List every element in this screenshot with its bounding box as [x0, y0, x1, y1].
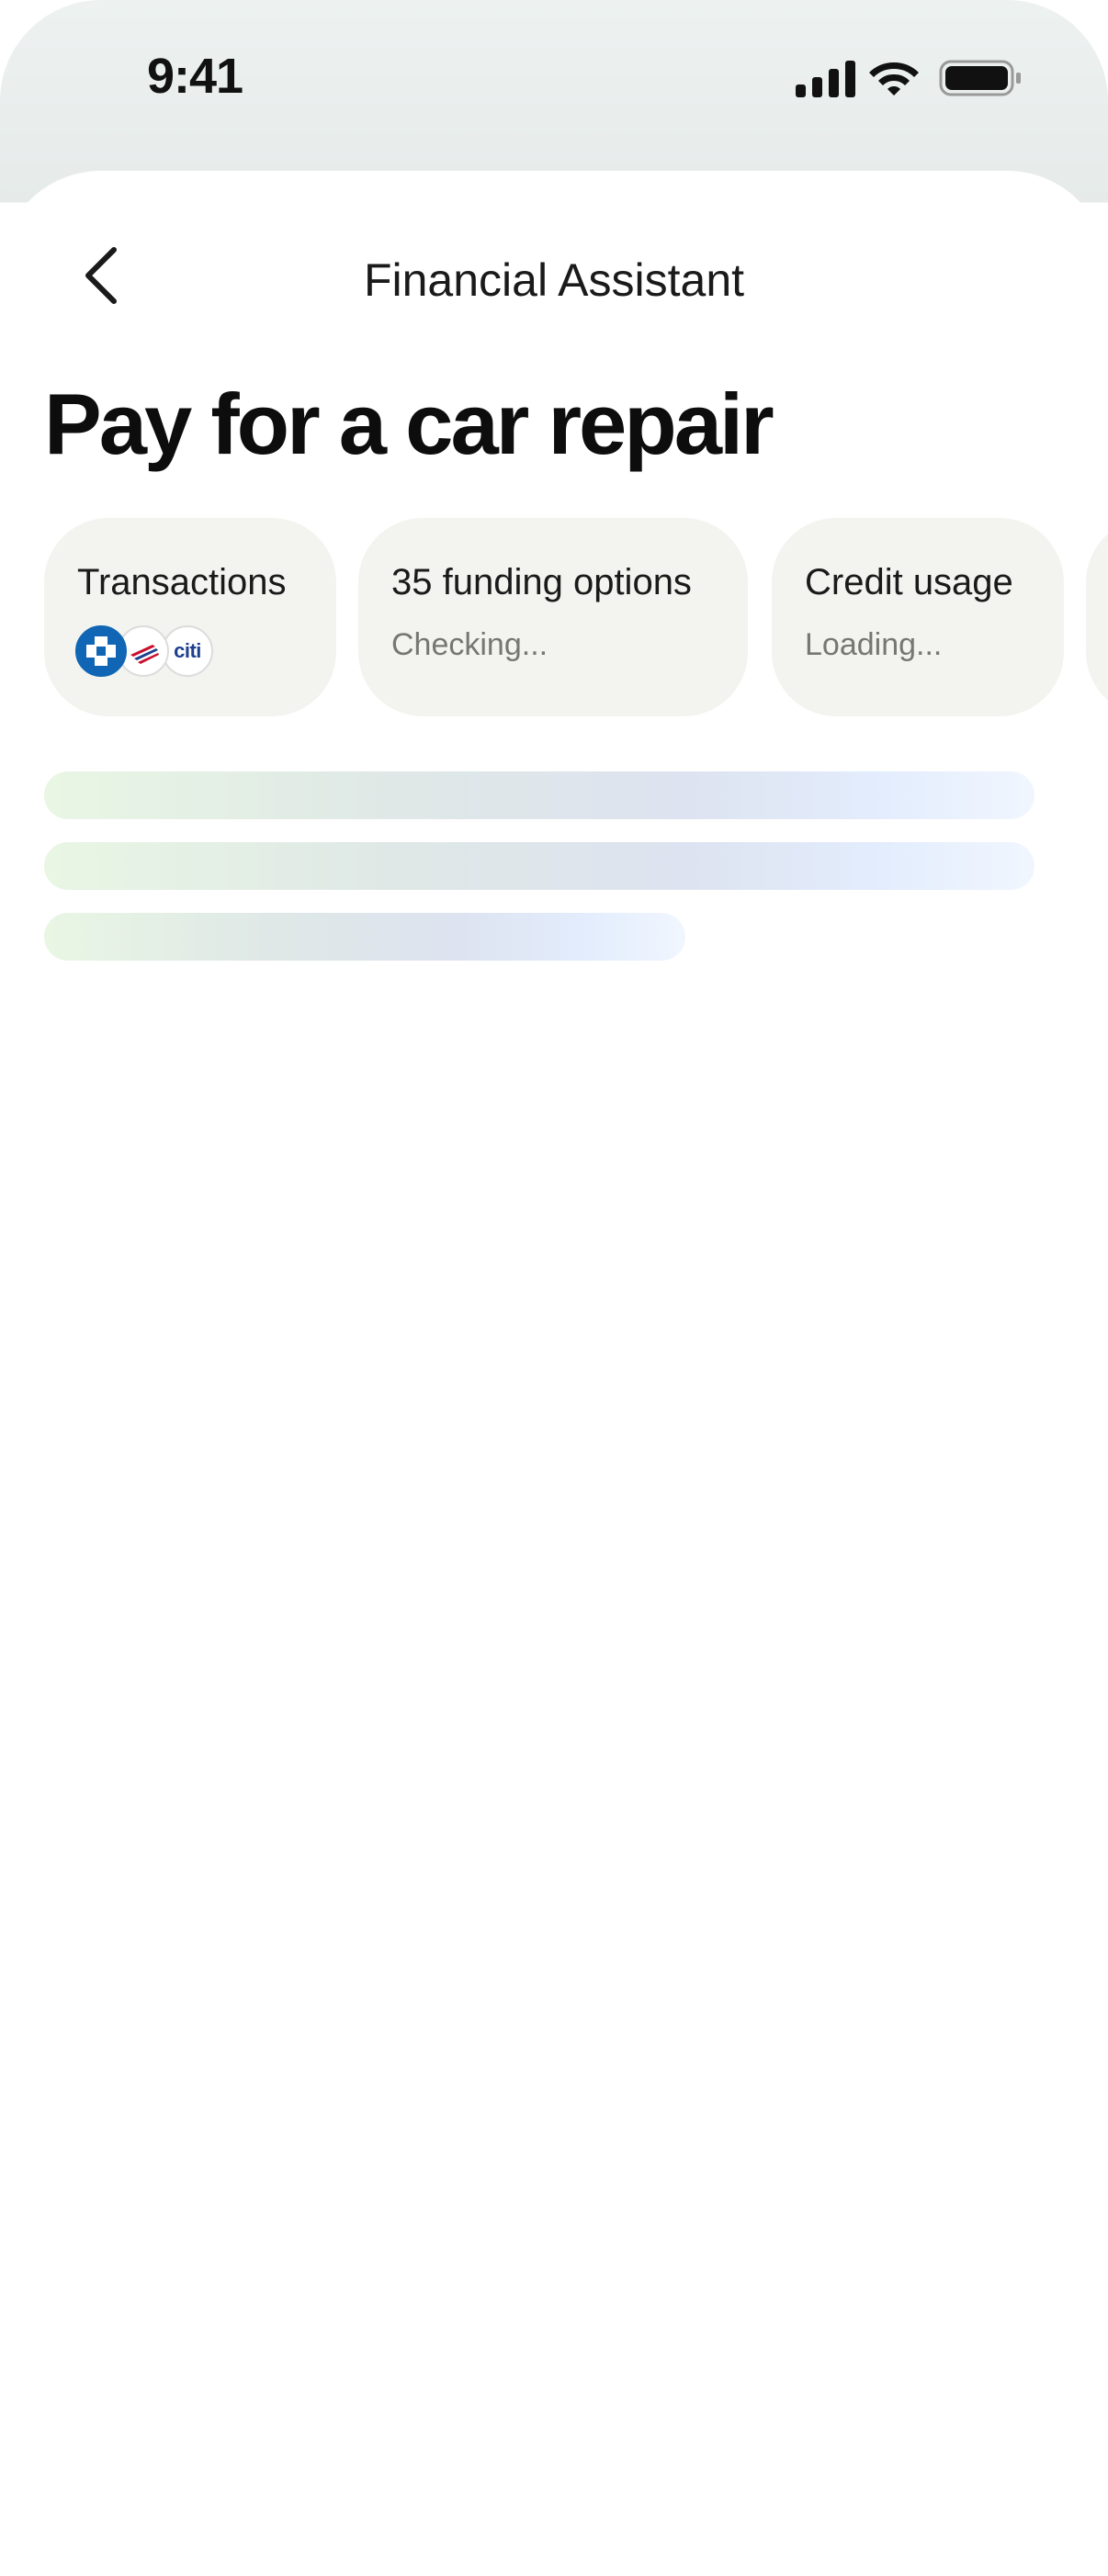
navigation-bar: Financial Assistant	[0, 171, 1108, 309]
status-time: 9:41	[147, 49, 243, 104]
cellular-signal-icon	[796, 61, 855, 97]
chip-funding-options[interactable]: 35 funding options Checking...	[358, 518, 748, 716]
skeleton-line	[44, 842, 1035, 890]
chip-title: 35 funding options	[391, 562, 692, 602]
chase-logo-icon	[75, 625, 127, 677]
assistant-sheet: Financial Assistant Pay for a car repair…	[0, 171, 1108, 2576]
wifi-icon	[869, 62, 919, 96]
chip-credit-usage[interactable]: Credit usage Loading...	[772, 518, 1064, 716]
battery-icon	[939, 60, 1021, 96]
chip-partial-next[interactable]	[1086, 518, 1108, 716]
chip-title: Credit usage	[805, 562, 1013, 602]
citi-logo-icon: citi	[162, 625, 213, 677]
insight-chips-row[interactable]: Transactions citi 35 funding options Che…	[44, 518, 1108, 720]
status-bar: 9:41	[0, 0, 1108, 165]
skeleton-line	[44, 913, 685, 961]
page-title: Pay for a car repair	[44, 376, 774, 472]
skeleton-line	[44, 771, 1035, 819]
chip-status: Loading...	[805, 627, 943, 662]
chip-status: Checking...	[391, 627, 548, 662]
chip-transactions[interactable]: Transactions citi	[44, 518, 336, 716]
nav-title: Financial Assistant	[363, 254, 745, 306]
chip-title: Transactions	[77, 562, 287, 602]
phone-screen: 9:41 Financial Assistant Pay for a car r…	[0, 0, 1108, 2576]
bank-logos: citi	[75, 625, 336, 677]
